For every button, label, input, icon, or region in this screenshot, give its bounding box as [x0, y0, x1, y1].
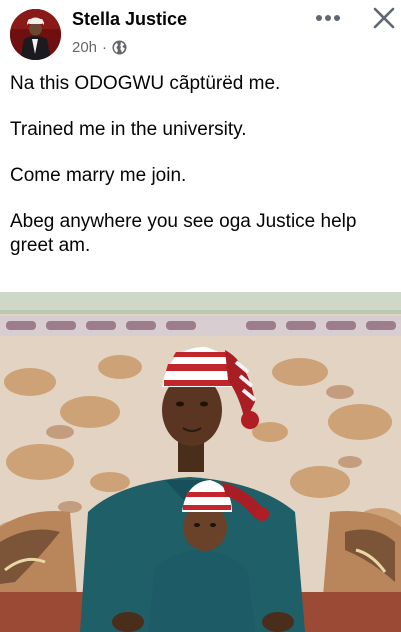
post-paragraph: Abeg anywhere you see oga Justice help g… — [10, 211, 357, 256]
post-timestamp[interactable]: 20h — [72, 39, 97, 56]
post-photo[interactable] — [0, 292, 401, 632]
post-header: Stella Justice 20h · — [0, 0, 401, 64]
close-button[interactable] — [368, 2, 400, 34]
post-text: Na this ODOGWU cãptürëd me. Trained me i… — [10, 72, 395, 258]
post-paragraph: Na this ODOGWU cãptürëd me. — [10, 73, 281, 94]
post-paragraph: Come marry me join. — [10, 165, 187, 186]
globe-icon — [112, 39, 127, 55]
author-name[interactable]: Stella Justice — [72, 9, 187, 30]
meta-separator: · — [102, 38, 108, 56]
post-paragraph: Trained me in the university. — [10, 119, 247, 140]
more-options-button[interactable] — [310, 6, 346, 30]
more-options-icon — [316, 15, 340, 21]
post-meta: 20h · — [72, 37, 127, 57]
avatar-image — [10, 9, 61, 60]
author-avatar[interactable] — [10, 9, 61, 60]
photo-image — [0, 292, 401, 632]
close-icon — [373, 7, 395, 29]
